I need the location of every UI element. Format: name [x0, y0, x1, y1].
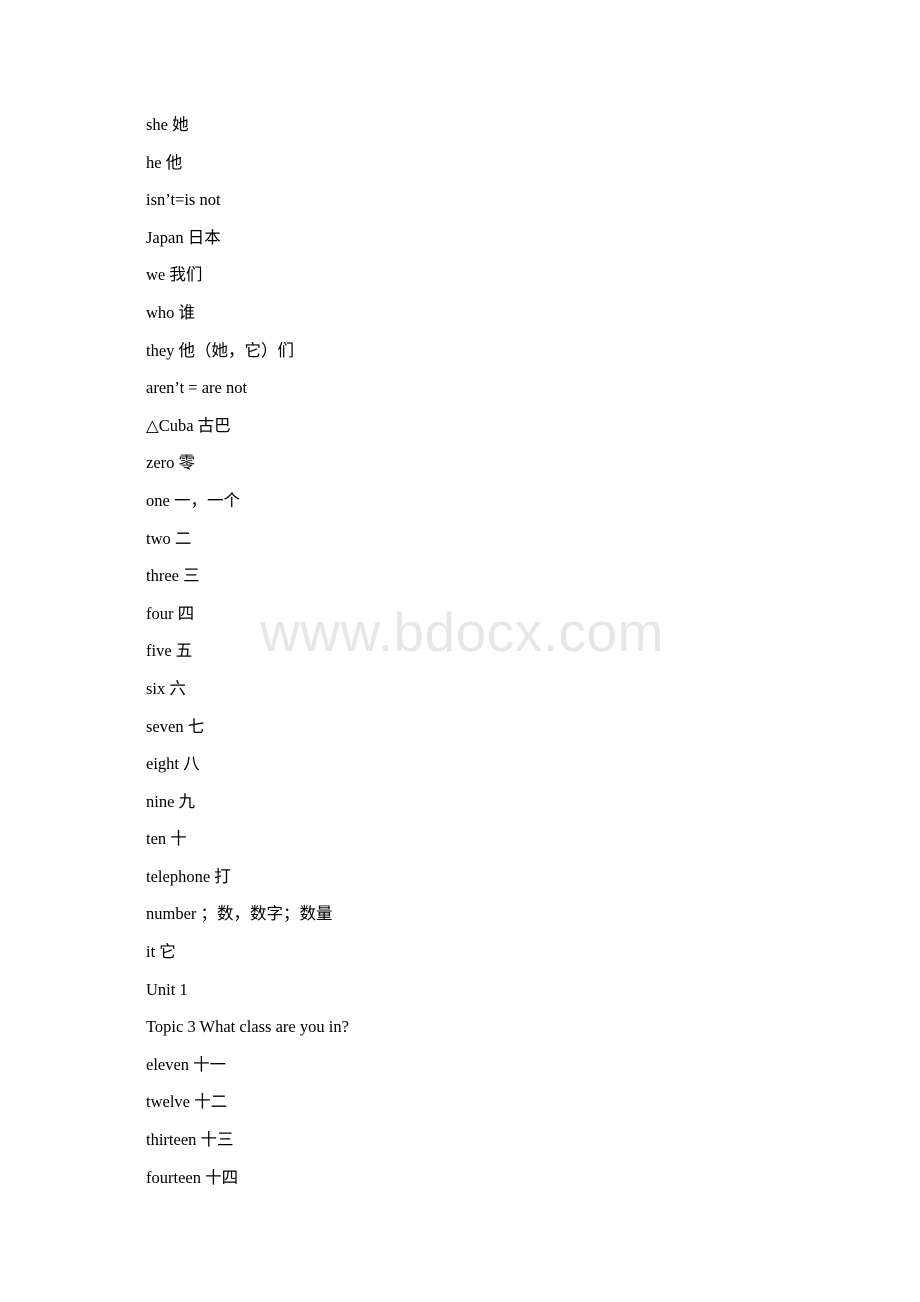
vocabulary-line: he 他 [146, 152, 183, 172]
vocabulary-line: △Cuba 古巴 [146, 415, 231, 435]
vocabulary-line-list: she 她 he 他 isn’t=is not Japan 日本 we 我们 who 谁 t… [146, 106, 846, 1196]
vocabulary-line: it 它 [146, 942, 176, 962]
vocabulary-line: Topic 3 What class are you in? [146, 1017, 349, 1037]
vocabulary-line: five 五 [146, 641, 193, 661]
vocabulary-line: number ；数，数字；数量 [146, 904, 333, 924]
vocabulary-line: isn’t=is not [146, 190, 221, 210]
vocabulary-line: nine 九 [146, 791, 196, 811]
vocabulary-line: Unit 1 [146, 979, 188, 999]
vocabulary-line: six 六 [146, 678, 186, 698]
vocabulary-line: three 三 [146, 566, 200, 586]
vocabulary-line: fourteen 十四 [146, 1167, 239, 1187]
vocabulary-line: thirteen 十三 [146, 1130, 234, 1150]
vocabulary-line: aren’t = are not [146, 378, 248, 398]
vocabulary-line: eleven 十一 [146, 1054, 227, 1074]
vocabulary-line: twelve 十二 [146, 1092, 228, 1112]
vocabulary-line: we 我们 [146, 265, 203, 285]
vocabulary-line: Japan 日本 [146, 227, 221, 247]
document-page: www.bdocx.com she 她 he 他 isn’t=is not Japan… [0, 0, 920, 1302]
vocabulary-line: seven 七 [146, 716, 205, 736]
vocabulary-line: she 她 [146, 115, 189, 134]
vocabulary-line: they 他（她，它）们 [146, 340, 295, 360]
vocabulary-line: who 谁 [146, 302, 196, 322]
vocabulary-line: four 四 [146, 603, 195, 623]
vocabulary-line: ten 十 [146, 829, 187, 849]
vocabulary-line: telephone 打 [146, 866, 231, 886]
vocabulary-line: eight 八 [146, 754, 200, 774]
vocabulary-line: two 二 [146, 528, 192, 548]
vocabulary-line: zero 零 [146, 453, 196, 473]
vocabulary-line: one 一，一个 [146, 490, 240, 510]
